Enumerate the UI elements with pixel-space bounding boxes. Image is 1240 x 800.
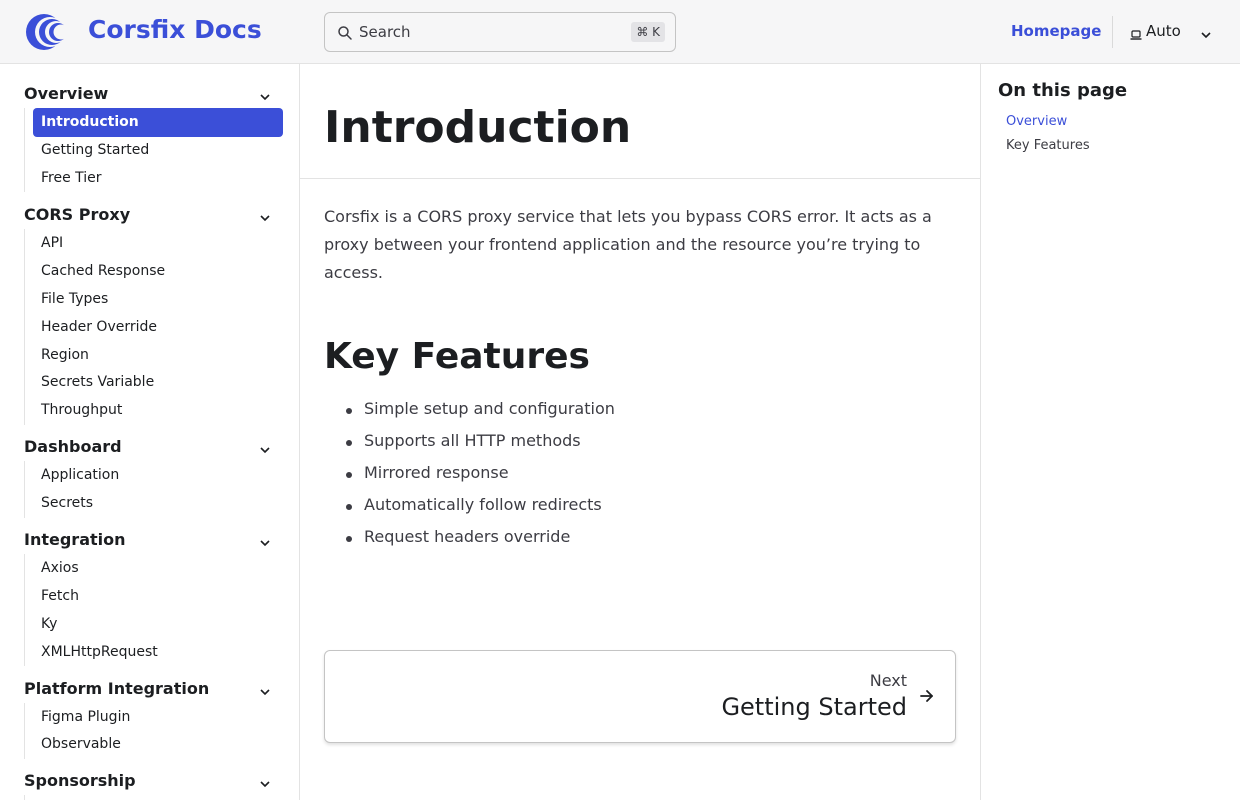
sidebar-item-getting-started[interactable]: Getting Started <box>41 142 149 158</box>
search-placeholder: Search <box>359 23 411 41</box>
sidebar-item-ky[interactable]: Ky <box>41 616 57 632</box>
chevron-down-icon[interactable] <box>259 441 271 454</box>
list-item: Automatically follow redirects <box>364 495 602 514</box>
sidebar: Overview Introduction Getting Started Fr… <box>0 64 300 800</box>
sidebar-rail <box>24 554 25 666</box>
brand-title[interactable]: Corsfix Docs <box>88 15 262 44</box>
table-of-contents: On this page Overview Key Features <box>980 64 1240 800</box>
sidebar-item-label: Introduction <box>41 114 139 130</box>
bullet-icon <box>346 408 352 414</box>
sidebar-rail <box>24 229 25 425</box>
search-shortcut-badge: ⌘ K <box>631 22 665 42</box>
arrow-right-icon <box>919 688 935 704</box>
next-label: Next <box>869 671 907 690</box>
sidebar-group-platform-integration[interactable]: Platform Integration <box>24 679 209 698</box>
sidebar-item-application[interactable]: Application <box>41 467 119 483</box>
sidebar-item-cached-response[interactable]: Cached Response <box>41 263 165 279</box>
sidebar-group-sponsorship[interactable]: Sponsorship <box>24 771 136 790</box>
sidebar-item-xmlhttprequest[interactable]: XMLHttpRequest <box>41 644 158 660</box>
bullet-icon <box>346 440 352 446</box>
sidebar-item-header-override[interactable]: Header Override <box>41 319 157 335</box>
top-navbar: Corsfix Docs Search ⌘ K Homepage Auto <box>0 0 1240 64</box>
sidebar-item-secrets-variable[interactable]: Secrets Variable <box>41 374 154 390</box>
theme-select[interactable]: Auto <box>1130 22 1220 42</box>
sidebar-rail <box>24 703 25 759</box>
sidebar-group-dashboard[interactable]: Dashboard <box>24 437 122 456</box>
chevron-down-icon <box>1200 26 1212 39</box>
toc-title: On this page <box>998 80 1128 101</box>
chevron-down-icon[interactable] <box>259 209 271 222</box>
header-divider <box>1112 16 1113 48</box>
sidebar-item-throughput[interactable]: Throughput <box>41 402 122 418</box>
toc-link-key-features[interactable]: Key Features <box>1006 138 1090 153</box>
sidebar-rail <box>24 108 25 192</box>
theme-label: Auto <box>1146 22 1181 40</box>
search-icon <box>337 25 353 41</box>
list-item: Supports all HTTP methods <box>364 431 581 450</box>
main-content: Introduction Corsfix is a CORS proxy ser… <box>300 64 980 800</box>
list-item: Request headers override <box>364 527 571 546</box>
next-page-card[interactable]: Next Getting Started <box>324 650 956 743</box>
sidebar-item-observable[interactable]: Observable <box>41 736 121 752</box>
sidebar-item-region[interactable]: Region <box>41 347 89 363</box>
toc-link-overview[interactable]: Overview <box>1006 114 1067 129</box>
sidebar-item-fetch[interactable]: Fetch <box>41 588 79 604</box>
sidebar-rail <box>24 461 25 518</box>
sidebar-rail <box>24 795 25 800</box>
list-item: Simple setup and configuration <box>364 399 615 418</box>
sidebar-item-axios[interactable]: Axios <box>41 560 79 576</box>
list-item: Mirrored response <box>364 463 509 482</box>
sidebar-group-cors-proxy[interactable]: CORS Proxy <box>24 205 130 224</box>
laptop-icon <box>1130 26 1142 40</box>
chevron-down-icon[interactable] <box>259 775 271 788</box>
chevron-down-icon[interactable] <box>259 683 271 696</box>
next-page-title: Getting Started <box>721 693 907 721</box>
sidebar-item-figma-plugin[interactable]: Figma Plugin <box>41 709 130 725</box>
sidebar-item-free-tier[interactable]: Free Tier <box>41 170 102 186</box>
sidebar-item-secrets[interactable]: Secrets <box>41 495 93 511</box>
key-features-heading: Key Features <box>324 336 590 377</box>
sidebar-group-overview[interactable]: Overview <box>24 84 108 103</box>
sidebar-item-introduction[interactable]: Introduction <box>33 108 283 137</box>
sidebar-group-integration[interactable]: Integration <box>24 530 126 549</box>
bullet-icon <box>346 536 352 542</box>
homepage-link[interactable]: Homepage <box>1011 22 1101 40</box>
sidebar-item-api[interactable]: API <box>41 235 63 251</box>
chevron-down-icon[interactable] <box>259 534 271 547</box>
page-title: Introduction <box>324 102 632 153</box>
corsfix-logo-icon[interactable] <box>24 12 69 52</box>
bullet-icon <box>346 504 352 510</box>
bullet-icon <box>346 472 352 478</box>
chevron-down-icon[interactable] <box>259 88 271 101</box>
sidebar-item-file-types[interactable]: File Types <box>41 291 108 307</box>
title-divider <box>300 178 980 179</box>
intro-paragraph: Corsfix is a CORS proxy service that let… <box>324 207 932 282</box>
search-button[interactable]: Search ⌘ K <box>324 12 676 52</box>
